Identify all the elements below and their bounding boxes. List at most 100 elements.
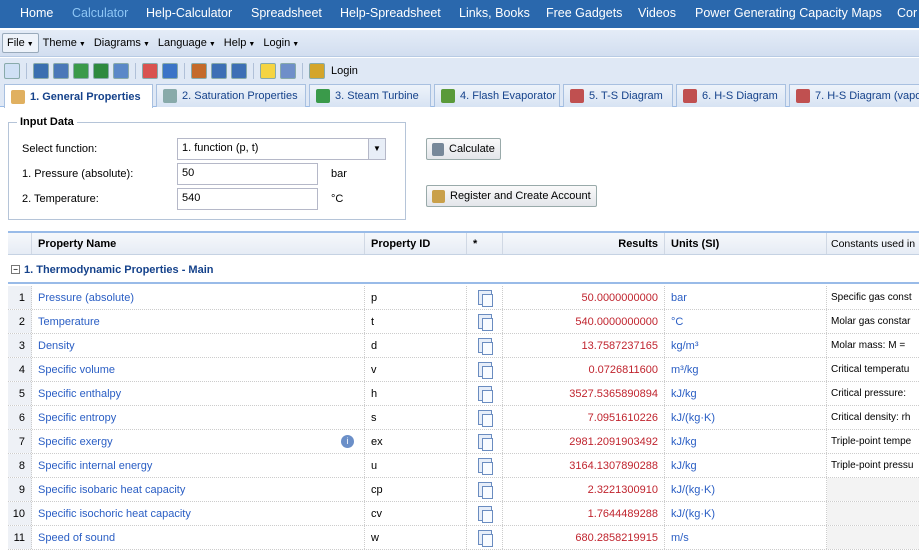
property-name[interactable]: Pressure (absolute) xyxy=(32,286,365,309)
table-row: 9 Specific isobaric heat capacity cp 2.3221… xyxy=(8,478,919,502)
copy-icon[interactable] xyxy=(477,482,493,499)
menu-file[interactable]: File ▼ xyxy=(2,33,39,53)
pressure-label: 1. Pressure (absolute): xyxy=(22,168,134,180)
tab-3[interactable]: 3. Steam Turbine xyxy=(309,84,431,107)
menu-label: Help xyxy=(223,37,247,49)
diagram-edit-icon[interactable] xyxy=(231,62,247,79)
copy-icon[interactable] xyxy=(477,314,493,331)
tab-6[interactable]: 6. H-S Diagram xyxy=(676,84,786,107)
tab-7[interactable]: 7. H-S Diagram (vapo xyxy=(789,84,919,107)
tab-1[interactable]: 1. General Properties xyxy=(4,84,153,108)
new-icon[interactable] xyxy=(4,62,20,79)
property-name[interactable]: Specific isobaric heat capacity xyxy=(32,478,365,501)
result-value: 1.7644489288 xyxy=(503,502,665,525)
tab-2[interactable]: 2. Saturation Properties xyxy=(156,84,306,107)
copy-icon[interactable] xyxy=(477,458,493,475)
copy-icon[interactable] xyxy=(477,410,493,427)
toolbar-separator xyxy=(302,62,303,79)
select-function-label: Select function: xyxy=(22,143,98,155)
property-name[interactable]: Specific entropy xyxy=(32,406,365,429)
caret-down-icon: ▼ xyxy=(208,41,216,48)
column-header-1[interactable]: Property Name xyxy=(32,233,365,254)
nav-link-cor[interactable]: Cor xyxy=(897,6,917,20)
excel-export-icon[interactable] xyxy=(73,62,89,79)
copy-icon[interactable] xyxy=(477,386,493,403)
register-button[interactable]: Register and Create Account xyxy=(426,185,597,207)
nav-link-help-spreadsheet[interactable]: Help-Spreadsheet xyxy=(340,6,441,20)
property-name[interactable]: Speed of sound xyxy=(32,526,365,549)
save-copy-icon[interactable] xyxy=(113,62,129,79)
login-link[interactable]: Login xyxy=(331,65,358,77)
property-name[interactable]: Temperature xyxy=(32,310,365,333)
property-name-text: Speed of sound xyxy=(38,531,116,544)
copy-icon[interactable] xyxy=(477,506,493,523)
copy-cell xyxy=(467,478,503,501)
nav-link-spreadsheet[interactable]: Spreadsheet xyxy=(251,6,322,20)
menu-theme[interactable]: Theme ▼ xyxy=(39,34,90,52)
column-header-3[interactable]: * xyxy=(467,233,503,254)
save-icon[interactable] xyxy=(33,62,49,79)
lock-icon[interactable] xyxy=(309,62,325,79)
nav-link-videos[interactable]: Videos xyxy=(638,6,676,20)
table-row: 5 Specific enthalpy h 3527.5365890894 kJ/kg C… xyxy=(8,382,919,406)
column-header-0[interactable] xyxy=(8,233,32,254)
nav-link-home[interactable]: Home xyxy=(20,6,53,20)
chevron-down-icon[interactable]: ▼ xyxy=(368,139,385,159)
collapse-icon[interactable]: − xyxy=(11,265,20,274)
bulb-icon[interactable] xyxy=(260,62,276,79)
pressure-input[interactable]: 50 xyxy=(177,163,318,185)
property-name[interactable]: Specific isochoric heat capacity xyxy=(32,502,365,525)
menu-login[interactable]: Login ▼ xyxy=(259,34,303,52)
color-grid-icon[interactable] xyxy=(142,62,158,79)
constant xyxy=(827,502,919,525)
copy-icon[interactable] xyxy=(477,290,493,307)
column-header-6[interactable]: Constants used in xyxy=(827,233,919,254)
nav-link-links-books[interactable]: Links, Books xyxy=(459,6,530,20)
menu-help[interactable]: Help ▼ xyxy=(220,34,260,52)
menu-label: Theme xyxy=(42,37,77,49)
column-header-5[interactable]: Units (SI) xyxy=(665,233,827,254)
excel-import-icon[interactable] xyxy=(93,62,109,79)
tab-4[interactable]: 4. Flash Evaporator xyxy=(434,84,560,107)
group-row[interactable]: −1. Thermodynamic Properties - Main xyxy=(8,257,919,284)
save-as-icon[interactable] xyxy=(53,62,69,79)
copy-icon[interactable] xyxy=(477,530,493,547)
copy-icon[interactable] xyxy=(477,338,493,355)
nav-link-free-gadgets[interactable]: Free Gadgets xyxy=(546,6,622,20)
unit: kJ/kg xyxy=(665,382,827,405)
copy-icon[interactable] xyxy=(477,434,493,451)
property-id: h xyxy=(365,382,467,405)
calculate-button[interactable]: Calculate xyxy=(426,138,501,160)
pen-icon[interactable] xyxy=(191,62,207,79)
pressure-unit: bar xyxy=(331,168,347,180)
property-name[interactable]: Specific internal energy xyxy=(32,454,365,477)
property-name[interactable]: Specific enthalpy xyxy=(32,382,365,405)
tab-5[interactable]: 5. T-S Diagram xyxy=(563,84,673,107)
result-value: 50.0000000000 xyxy=(503,286,665,309)
info-icon[interactable]: i xyxy=(341,435,354,448)
nav-link-calculator[interactable]: Calculator xyxy=(72,6,128,20)
nav-link-help-calculator[interactable]: Help-Calculator xyxy=(146,6,232,20)
grid-header: Property Name Property ID * Results Units (S… xyxy=(8,231,919,255)
help-icon[interactable] xyxy=(280,62,296,79)
column-header-4[interactable]: Results xyxy=(503,233,665,254)
diagram-add-icon[interactable] xyxy=(211,62,227,79)
tab-icon xyxy=(316,89,330,103)
nav-link-power-generating-capacity-maps[interactable]: Power Generating Capacity Maps xyxy=(695,6,882,20)
property-name[interactable]: Density xyxy=(32,334,365,357)
property-name[interactable]: Specific exergy i xyxy=(32,430,365,453)
register-label: Register and Create Account xyxy=(450,190,591,202)
property-name[interactable]: Specific volume xyxy=(32,358,365,381)
row-number: 1 xyxy=(8,286,32,309)
chart-edit-icon[interactable] xyxy=(162,62,178,79)
temperature-input[interactable]: 540 xyxy=(177,188,318,210)
unit: kJ/(kg·K) xyxy=(665,502,827,525)
copy-icon[interactable] xyxy=(477,362,493,379)
menu-language[interactable]: Language ▼ xyxy=(154,34,220,52)
copy-cell xyxy=(467,430,503,453)
function-select[interactable]: 1. function (p, t) ▼ xyxy=(177,138,386,160)
menu-diagrams[interactable]: Diagrams ▼ xyxy=(90,34,154,52)
input-data-panel: Input Data Select function: 1. function … xyxy=(8,116,406,220)
column-header-2[interactable]: Property ID xyxy=(365,233,467,254)
tab-icon xyxy=(441,89,455,103)
